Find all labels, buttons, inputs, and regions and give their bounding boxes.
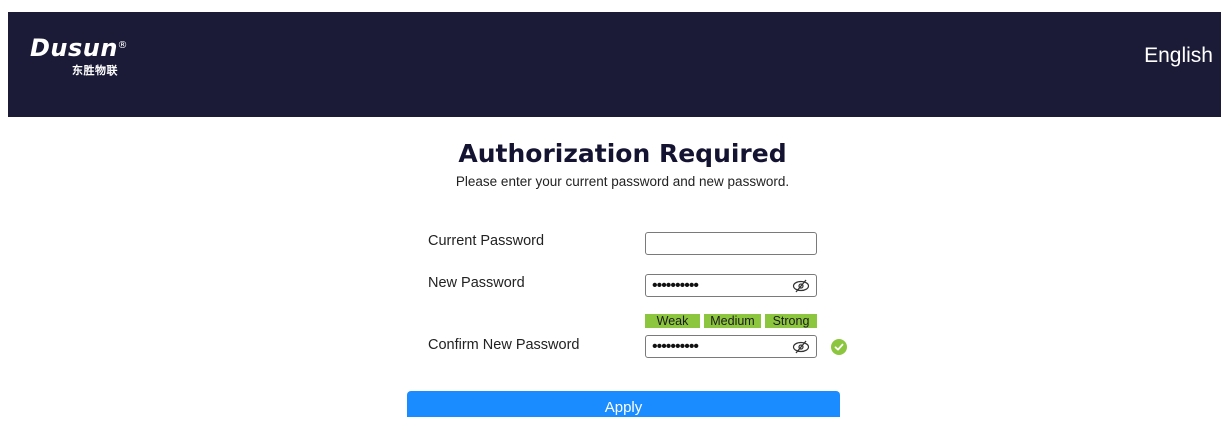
check-circle-icon <box>831 339 847 355</box>
page-subtitle: Please enter your current password and n… <box>455 174 790 189</box>
new-password-label: New Password <box>428 275 525 291</box>
new-password-masked-value: •••••••••• <box>652 277 699 294</box>
confirm-password-input[interactable]: •••••••••• <box>645 335 817 358</box>
strength-medium: Medium <box>704 314 761 328</box>
logo-wordmark: Dusun ® <box>30 34 127 62</box>
logo-text: Dusun <box>30 34 118 62</box>
page-title: Authorization Required <box>458 139 787 168</box>
strength-strong: Strong <box>765 314 817 328</box>
strength-weak: Weak <box>645 314 700 328</box>
confirm-password-masked-value: •••••••••• <box>652 338 699 355</box>
apply-button[interactable]: Apply <box>407 391 840 417</box>
new-password-input[interactable]: •••••••••• <box>645 274 817 297</box>
language-selector[interactable]: English <box>1144 44 1213 68</box>
top-header: Dusun ® 东胜物联 English <box>8 12 1221 117</box>
dusun-logo: Dusun ® 东胜物联 <box>30 34 127 78</box>
current-password-label: Current Password <box>428 233 545 249</box>
logo-subtext: 东胜物联 <box>71 64 118 77</box>
confirm-password-label: Confirm New Password <box>428 337 580 353</box>
current-password-input[interactable] <box>645 232 817 255</box>
eye-slash-icon[interactable] <box>792 339 810 355</box>
logo-registered-mark: ® <box>117 40 128 51</box>
eye-slash-icon[interactable] <box>792 278 810 294</box>
